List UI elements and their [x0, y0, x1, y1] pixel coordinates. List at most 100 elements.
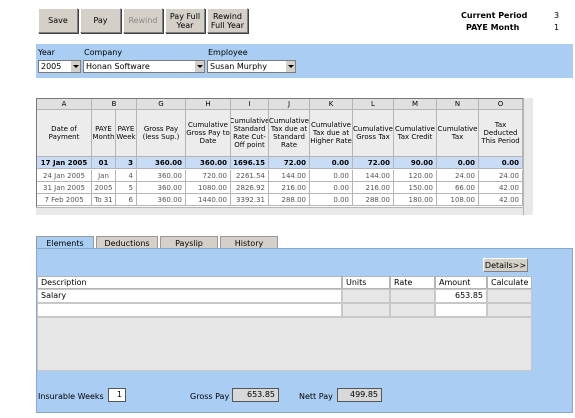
row-value[interactable]: 24.00: [479, 170, 523, 182]
column-letter[interactable]: J: [269, 99, 310, 110]
row-paye-week[interactable]: 3: [116, 157, 137, 169]
nett-pay-label: Nett Pay: [299, 392, 333, 401]
row-value[interactable]: 0.00: [479, 157, 523, 169]
rewind-full-year-button[interactable]: Rewind Full Year: [207, 8, 248, 33]
chevron-down-icon[interactable]: [285, 61, 296, 72]
row-value[interactable]: 216.00: [269, 182, 310, 194]
row-value[interactable]: 0.00: [310, 170, 353, 182]
row-value[interactable]: 0.00: [310, 194, 353, 206]
column-letter[interactable]: O: [479, 99, 523, 110]
element-empty-cell[interactable]: [342, 303, 390, 317]
row-date[interactable]: 24 Jan 2005: [37, 170, 92, 182]
column-letter[interactable]: B: [92, 99, 137, 110]
row-value[interactable]: 24.00: [437, 170, 479, 182]
row-value[interactable]: 360.00: [137, 170, 186, 182]
employee-select[interactable]: Susan Murphy: [207, 60, 296, 73]
element-empty-cell[interactable]: [435, 303, 487, 317]
row-value[interactable]: 2826.92: [231, 182, 269, 194]
row-value[interactable]: 42.00: [479, 194, 523, 206]
element-empty-cell[interactable]: [487, 303, 532, 317]
chevron-down-icon[interactable]: [70, 61, 81, 72]
column-letter[interactable]: M: [394, 99, 437, 110]
row-value[interactable]: 150.00: [394, 182, 437, 194]
row-paye-month[interactable]: Jan: [92, 170, 116, 182]
column-header[interactable]: Cumulative Gross Pay to Date: [186, 110, 231, 157]
row-value[interactable]: 180.00: [394, 194, 437, 206]
column-header[interactable]: Date of Payment: [37, 110, 92, 157]
row-paye-week[interactable]: 5: [116, 182, 137, 194]
row-value[interactable]: 108.00: [437, 194, 479, 206]
details-button[interactable]: Details>>: [483, 258, 528, 272]
column-letter[interactable]: N: [437, 99, 479, 110]
row-date[interactable]: 31 Jan 2005: [37, 182, 92, 194]
column-letter[interactable]: I: [231, 99, 269, 110]
element-calculate[interactable]: [487, 289, 532, 303]
row-value[interactable]: 144.00: [269, 170, 310, 182]
element-units[interactable]: [342, 289, 390, 303]
row-value[interactable]: 0.00: [310, 182, 353, 194]
horizontal-scrollbar[interactable]: [36, 207, 523, 215]
element-empty-cell[interactable]: [390, 303, 435, 317]
column-header[interactable]: PAYE Month: [92, 110, 116, 157]
element-amount[interactable]: 653.85: [435, 289, 487, 303]
column-header[interactable]: Cumulative Standard Rate Cut-Off point: [231, 110, 269, 157]
column-header[interactable]: PAYE Week: [116, 110, 137, 157]
element-empty-row[interactable]: [37, 303, 342, 317]
pay-full-year-button[interactable]: Pay Full Year: [165, 8, 205, 33]
row-value[interactable]: 720.00: [186, 170, 231, 182]
row-value[interactable]: 1696.15: [231, 157, 269, 169]
row-value[interactable]: 360.00: [186, 157, 231, 169]
row-value[interactable]: 0.00: [310, 157, 353, 169]
row-value[interactable]: 3392.31: [231, 194, 269, 206]
row-value[interactable]: 144.00: [353, 170, 394, 182]
pay-button[interactable]: Pay: [80, 8, 121, 33]
row-value[interactable]: 120.00: [394, 170, 437, 182]
column-letter[interactable]: H: [186, 99, 231, 110]
row-value[interactable]: 288.00: [353, 194, 394, 206]
column-letter[interactable]: A: [37, 99, 92, 110]
chevron-down-icon[interactable]: [194, 61, 205, 72]
column-letter[interactable]: G: [137, 99, 186, 110]
row-paye-week[interactable]: 6: [116, 194, 137, 206]
column-rate: Rate: [390, 276, 435, 289]
row-value[interactable]: 216.00: [353, 182, 394, 194]
row-value[interactable]: 360.00: [137, 194, 186, 206]
row-date[interactable]: 17 Jan 2005: [37, 157, 92, 169]
row-date[interactable]: 7 Feb 2005: [37, 194, 92, 206]
row-value[interactable]: 72.00: [353, 157, 394, 169]
column-header[interactable]: Cumulative Tax: [437, 110, 479, 157]
vertical-scrollbar[interactable]: [523, 98, 533, 215]
row-value[interactable]: 66.00: [437, 182, 479, 194]
element-description[interactable]: Salary: [37, 289, 342, 303]
rewind-button[interactable]: Rewind: [123, 8, 163, 33]
row-value[interactable]: 1080.00: [186, 182, 231, 194]
insurable-weeks-input[interactable]: 1: [108, 388, 126, 402]
row-value[interactable]: 1440.00: [186, 194, 231, 206]
row-paye-month[interactable]: 2005: [92, 182, 116, 194]
row-value[interactable]: 2261.54: [231, 170, 269, 182]
column-letter[interactable]: K: [310, 99, 353, 110]
save-button[interactable]: Save: [38, 8, 78, 33]
column-header[interactable]: Gross Pay (less Sup.): [137, 110, 186, 157]
column-letter[interactable]: L: [353, 99, 394, 110]
column-header[interactable]: Cumulative Tax Credit: [394, 110, 437, 157]
company-select[interactable]: Honan Software: [83, 60, 205, 73]
row-value[interactable]: 0.00: [437, 157, 479, 169]
row-value[interactable]: 90.00: [394, 157, 437, 169]
row-paye-month[interactable]: To 31: [92, 194, 116, 206]
column-header[interactable]: Tax Deducted This Period: [479, 110, 523, 157]
element-rate[interactable]: [390, 289, 435, 303]
row-value[interactable]: 288.00: [269, 194, 310, 206]
row-paye-week[interactable]: 4: [116, 170, 137, 182]
column-header[interactable]: Cumulative Tax due at Higher Rate: [310, 110, 353, 157]
column-header[interactable]: Cumulative Tax due at Standard Rate: [269, 110, 310, 157]
row-value[interactable]: 72.00: [269, 157, 310, 169]
column-header[interactable]: Cumulative Gross Tax: [353, 110, 394, 157]
column-calculate: Calculate: [487, 276, 532, 289]
row-value[interactable]: 360.00: [137, 157, 186, 169]
year-select[interactable]: 2005: [38, 60, 81, 73]
row-paye-month[interactable]: 01: [92, 157, 116, 169]
row-value[interactable]: 42.00: [479, 182, 523, 194]
column-description: Description: [37, 276, 342, 289]
row-value[interactable]: 360.00: [137, 182, 186, 194]
